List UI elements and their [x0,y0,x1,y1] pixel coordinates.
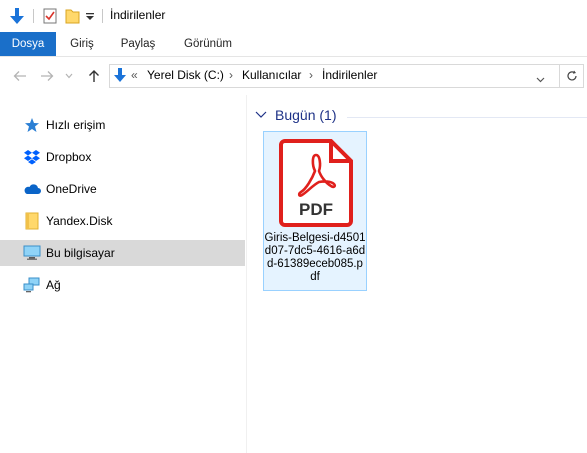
up-arrow-icon [89,70,99,82]
cloud-icon [23,180,41,198]
tab-view[interactable]: Görünüm [174,32,242,56]
breadcrumb-overflow[interactable]: « [131,68,138,82]
new-folder-icon[interactable] [63,0,81,32]
title-bar: İndirilenler [0,0,587,32]
group-divider [347,117,587,118]
sidebar-item-network[interactable]: Ağ [0,272,245,298]
network-icon [23,276,41,294]
file-name: Giris-Belgesi-d4501d07-7dc5-4616-a6dd-61… [264,232,366,283]
tab-share[interactable]: Paylaş [112,32,164,56]
tab-home[interactable]: Giriş [60,32,104,56]
breadcrumb-chevron-icon: › [309,68,313,82]
breadcrumb-local-disk[interactable]: Yerel Disk (C:) [147,68,224,82]
sidebar-item-label: Ağ [46,278,61,292]
forward-arrow-icon [41,71,54,81]
navigation-bar: « Yerel Disk (C:) › Kullanıcılar › İndir… [0,57,587,95]
refresh-icon [566,70,577,81]
dropbox-icon [23,148,41,166]
file-list-pane: Bugün (1) PDF Giris-Belgesi-d4501d07-7dc… [247,95,587,453]
computer-icon [23,244,41,262]
tab-file[interactable]: Dosya [0,32,56,56]
customize-toolbar-dropdown-icon[interactable] [83,0,97,32]
breadcrumb-users[interactable]: Kullanıcılar [242,68,301,82]
group-title: Bugün (1) [275,107,337,123]
up-button[interactable] [84,66,104,86]
quick-access-down-arrow-icon[interactable] [6,0,28,32]
sidebar-item-label: Hızlı erişim [46,118,106,132]
pdf-file-icon: PDF [279,139,353,230]
sidebar-item-onedrive[interactable]: OneDrive [0,176,245,202]
window-title: İndirilenler [110,8,166,22]
sidebar-item-quick-access[interactable]: Hızlı erişim [0,112,245,138]
downloads-icon [113,67,127,86]
star-icon [23,116,41,134]
toolbar-separator [102,9,103,23]
sidebar-item-label: Dropbox [46,150,92,164]
ribbon-tabs: Dosya Giriş Paylaş Görünüm [0,32,587,57]
properties-checklist-icon[interactable] [41,0,59,32]
sidebar-item-this-pc[interactable]: Bu bilgisayar [0,240,245,266]
refresh-button[interactable] [560,64,584,88]
chevron-down-icon [255,111,267,118]
navigation-pane: Hızlı erişim Dropbox OneDrive Yandex.Dis… [0,95,245,453]
sidebar-item-dropbox[interactable]: Dropbox [0,144,245,170]
back-button[interactable] [10,66,30,86]
sidebar-item-label: OneDrive [46,182,97,196]
sidebar-item-yandex-disk[interactable]: Yandex.Disk [0,208,245,234]
forward-button[interactable] [37,66,57,86]
address-history-chevron-icon[interactable] [536,72,545,86]
toolbar-separator [33,9,34,23]
sidebar-item-label: Yandex.Disk [46,214,113,228]
breadcrumb-downloads[interactable]: İndirilenler [322,68,377,82]
address-bar[interactable]: « Yerel Disk (C:) › Kullanıcılar › İndir… [109,64,560,88]
file-type-label: PDF [299,200,333,219]
sidebar-item-label: Bu bilgisayar [46,246,115,260]
recent-locations-button[interactable] [62,66,76,86]
back-arrow-icon [13,71,26,81]
folder-icon [23,212,41,230]
file-item[interactable]: PDF Giris-Belgesi-d4501d07-7dc5-4616-a6d… [263,131,367,291]
chevron-down-icon [65,73,73,79]
breadcrumb-chevron-icon: › [229,68,233,82]
group-header-today[interactable]: Bugün (1) [255,107,336,123]
